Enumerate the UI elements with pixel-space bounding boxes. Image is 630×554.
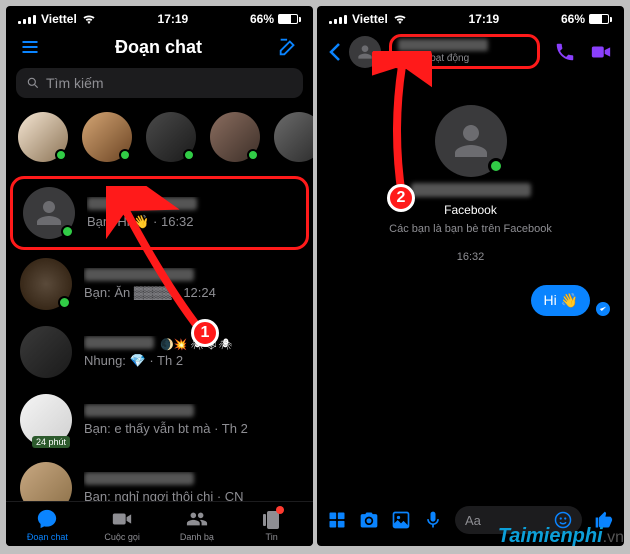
bottom-nav: Đoạn chat Cuộc gọi Danh bạ Tin bbox=[6, 501, 313, 546]
wifi-icon bbox=[393, 14, 407, 24]
avatar: 24 phút bbox=[20, 394, 72, 446]
chat-item[interactable]: 🌒💥 🕷🕸🕷 Nhung: 💎 · Th 2 bbox=[10, 318, 309, 386]
battery-pct: 66% bbox=[561, 12, 585, 26]
nav-chat[interactable]: Đoạn chat bbox=[10, 508, 85, 542]
camera-icon[interactable] bbox=[359, 510, 379, 530]
people-icon bbox=[185, 508, 209, 530]
nav-label: Danh bạ bbox=[180, 532, 214, 542]
chat-name-blurred bbox=[84, 404, 194, 417]
nav-label: Cuộc gọi bbox=[104, 532, 140, 542]
chat-list: Bạn: Hi 👋 · 16:32 Bạn: Ăn ▓▓▓▓ · 12:24 🌒… bbox=[6, 176, 313, 522]
mic-icon[interactable] bbox=[423, 510, 443, 530]
phone-left: Viettel 17:19 66% Đoạn chat Tìm kiếm bbox=[6, 6, 313, 546]
chat-name-blurred bbox=[87, 197, 197, 210]
profile-name-blurred bbox=[411, 183, 531, 197]
avatar[interactable] bbox=[349, 36, 381, 68]
battery-pct: 66% bbox=[250, 12, 274, 26]
chat-name-blurred bbox=[84, 472, 194, 485]
nav-label: Tin bbox=[266, 532, 278, 542]
avatar bbox=[20, 258, 72, 310]
stories-row[interactable] bbox=[6, 108, 313, 176]
nav-label: Đoạn chat bbox=[27, 532, 68, 542]
chat-header: Đang hoạt động bbox=[317, 28, 624, 75]
header-highlighted[interactable]: Đang hoạt động bbox=[389, 34, 540, 69]
carrier-label: Viettel bbox=[352, 12, 388, 26]
signal-icon bbox=[18, 15, 36, 24]
video-call-icon[interactable] bbox=[590, 41, 612, 63]
carrier-label: Viettel bbox=[41, 12, 77, 26]
watermark: Taimienphi.vn bbox=[498, 525, 624, 548]
profile-platform: Facebook bbox=[444, 203, 497, 217]
chat-preview: Nhung: 💎 · Th 2 bbox=[84, 353, 299, 369]
time-label: 17:19 bbox=[158, 12, 189, 26]
chat-item[interactable]: 24 phút Bạn: e thấy vẫn bt mà · Th 2 bbox=[10, 386, 309, 454]
stories-icon bbox=[260, 508, 284, 530]
story-avatar[interactable] bbox=[210, 112, 260, 162]
page-title: Đoạn chat bbox=[115, 37, 202, 58]
video-icon bbox=[110, 508, 134, 530]
chat-body: Facebook Các bạn là bạn bè trên Facebook… bbox=[317, 75, 624, 332]
input-placeholder: Aa bbox=[465, 513, 481, 528]
wifi-icon bbox=[82, 14, 96, 24]
online-status: Đang hoạt động bbox=[398, 53, 531, 64]
signal-icon bbox=[329, 15, 347, 24]
avatar bbox=[20, 326, 72, 378]
apps-icon[interactable] bbox=[327, 510, 347, 530]
gallery-icon[interactable] bbox=[391, 510, 411, 530]
story-avatar[interactable] bbox=[146, 112, 196, 162]
chat-item-highlighted[interactable]: Bạn: Hi 👋 · 16:32 bbox=[10, 176, 309, 250]
callout-2: 2 bbox=[387, 184, 415, 212]
chat-preview: Bạn: e thấy vẫn bt mà · Th 2 bbox=[84, 421, 299, 436]
search-placeholder: Tìm kiếm bbox=[46, 75, 104, 91]
profile-avatar[interactable] bbox=[435, 105, 507, 177]
recent-badge: 24 phút bbox=[32, 436, 70, 448]
chat-preview: Bạn: Ăn ▓▓▓▓ · 12:24 bbox=[84, 285, 299, 300]
story-avatar[interactable] bbox=[18, 112, 68, 162]
story-avatar[interactable] bbox=[274, 112, 313, 162]
message-bubble[interactable]: Hi 👋 bbox=[531, 285, 590, 316]
chat-preview: Bạn: Hi 👋 · 16:32 bbox=[87, 214, 296, 230]
avatar bbox=[23, 187, 75, 239]
phone-icon[interactable] bbox=[554, 41, 576, 63]
chat-name-blurred bbox=[84, 268, 194, 281]
chat-name-blurred bbox=[84, 336, 154, 349]
chat-item[interactable]: Bạn: Ăn ▓▓▓▓ · 12:24 bbox=[10, 250, 309, 318]
status-bar: Viettel 17:19 66% bbox=[317, 6, 624, 28]
search-input[interactable]: Tìm kiếm bbox=[16, 68, 303, 98]
back-icon[interactable] bbox=[329, 42, 341, 62]
nav-contacts[interactable]: Danh bạ bbox=[160, 508, 235, 542]
callout-1: 1 bbox=[191, 319, 219, 347]
phone-right: Viettel 17:19 66% Đang hoạt động bbox=[317, 6, 624, 546]
nav-call[interactable]: Cuộc gọi bbox=[85, 508, 160, 542]
delivered-icon bbox=[596, 302, 610, 316]
battery-icon bbox=[589, 14, 612, 24]
battery-icon bbox=[278, 14, 301, 24]
nav-stories[interactable]: Tin bbox=[234, 508, 309, 542]
search-icon bbox=[26, 76, 40, 90]
status-bar: Viettel 17:19 66% bbox=[6, 6, 313, 28]
message-row: Hi 👋 bbox=[331, 279, 610, 322]
story-avatar[interactable] bbox=[82, 112, 132, 162]
timestamp: 16:32 bbox=[457, 251, 485, 263]
menu-icon[interactable] bbox=[20, 37, 40, 57]
time-label: 17:19 bbox=[469, 12, 500, 26]
chat-list-header: Đoạn chat bbox=[6, 28, 313, 68]
chat-bubble-icon bbox=[35, 508, 59, 530]
compose-icon[interactable] bbox=[277, 36, 299, 58]
friend-note: Các bạn là bạn bè trên Facebook bbox=[389, 223, 552, 235]
chat-name-blurred bbox=[398, 39, 488, 51]
